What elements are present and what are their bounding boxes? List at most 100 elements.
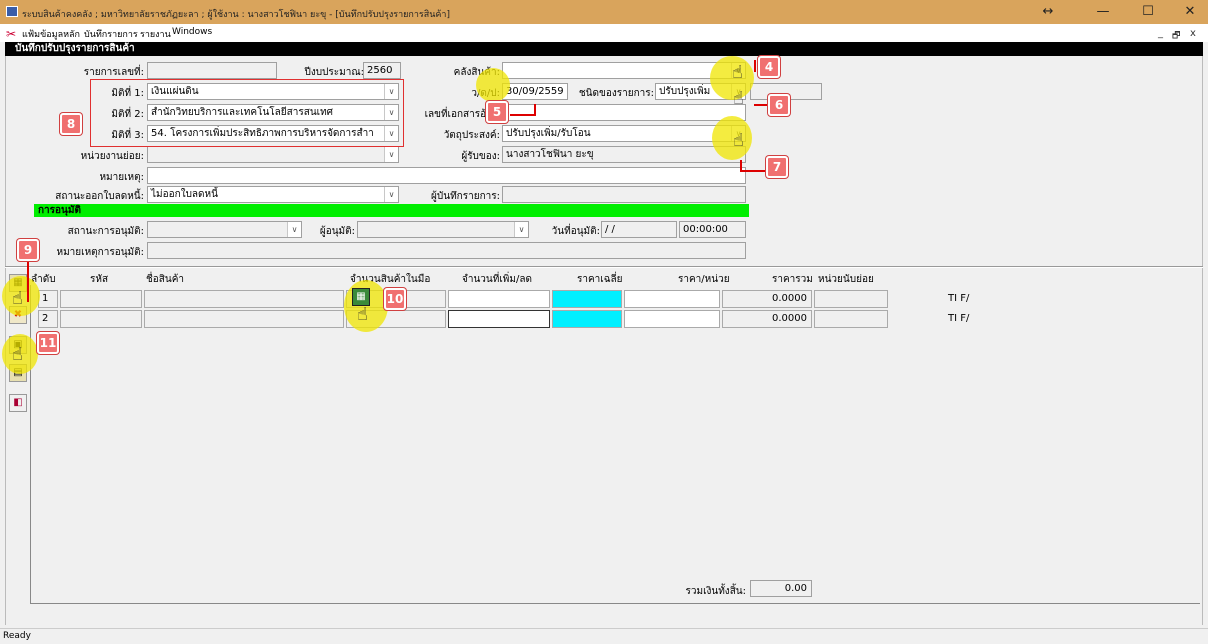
row1-unit-price-input[interactable]: [624, 290, 720, 308]
highlight-date-field: [476, 68, 510, 102]
grid-header-adjust: จำนวนที่เพิ่ม/ลด: [462, 274, 532, 285]
grid-header-code: รหัส: [90, 274, 109, 285]
hand-cursor-icon: ☝: [733, 88, 744, 109]
chevron-down-icon[interactable]: ∨: [287, 222, 301, 237]
callout-7: 7: [766, 156, 788, 178]
row2-adjust-input[interactable]: [448, 310, 550, 328]
approver-combo[interactable]: ∨: [357, 221, 529, 238]
debit-combo[interactable]: ไม่ออกใบลดหนี้ ∨: [147, 186, 399, 203]
grand-total-field: 0.00: [750, 580, 812, 597]
menu-bar: แฟ้มข้อมูลหลัก บันทึกรายการ รายงาน Windo…: [0, 24, 1208, 42]
owner-field[interactable]: นางสาวโชฟินา ยะขุ: [502, 146, 746, 163]
approval-time-field[interactable]: 00:00:00: [679, 221, 746, 238]
callout-6: 6: [768, 94, 790, 116]
subunit-label: หน่วยงานย่อย:: [80, 151, 144, 162]
owner-label: ผู้รับของ:: [461, 151, 500, 162]
chevron-down-icon[interactable]: ∨: [384, 187, 398, 202]
row1-no: 1: [38, 290, 58, 308]
row1-code[interactable]: [60, 290, 142, 308]
recorder-label: ผู้บันทึกรายการ:: [431, 191, 500, 202]
fiscal-year-label: ปีงบประมาณ:: [304, 67, 364, 78]
hand-cursor-icon: ☝: [357, 304, 368, 325]
callout-10: 10: [384, 288, 406, 310]
minimize-button[interactable]: —: [1085, 2, 1121, 22]
approval-section-header: การอนุมัติ: [34, 204, 749, 217]
row2-avg-price: [552, 310, 622, 328]
hand-cursor-icon: ☝: [12, 288, 23, 309]
type-value: ปรับปรุงเพิ่ม: [659, 86, 711, 97]
subunit-combo[interactable]: ∨: [147, 146, 399, 163]
row2-tag: TI F/: [948, 313, 970, 324]
recorder-field[interactable]: [502, 186, 746, 203]
tools-icon: ✂: [6, 27, 17, 41]
menu-windows[interactable]: Windows: [172, 27, 212, 37]
date-field[interactable]: 30/09/2559: [502, 83, 568, 100]
row2-code[interactable]: [60, 310, 142, 328]
form-header: บันทึกปรับปรุงรายการสินค้า: [5, 42, 1203, 56]
grid-bottom-border: [30, 603, 1200, 604]
hand-cursor-icon: ☝: [12, 344, 23, 365]
approval-note-field[interactable]: [147, 242, 746, 259]
highlight-purpose-dropdown: [712, 116, 752, 160]
grid-header-total: ราคารวม: [772, 274, 813, 285]
approval-status-label: สถานะการอนุมัติ:: [67, 226, 144, 237]
row1-avg-price: [552, 290, 622, 308]
chevron-down-icon[interactable]: ∨: [384, 147, 398, 162]
connector-line: [740, 170, 766, 172]
callout-4: 4: [758, 56, 780, 78]
app-icon: [6, 6, 18, 17]
approval-status-combo[interactable]: ∨: [147, 221, 302, 238]
row1-tag: TI F/: [948, 293, 970, 304]
purpose-combo[interactable]: ปรับปรุงเพิ่ม/รับโอน∨: [502, 125, 746, 142]
status-bar: Ready: [0, 628, 1208, 644]
note-field[interactable]: [147, 167, 746, 184]
approval-date-label: วันที่อนุมัติ:: [551, 226, 600, 237]
mdi-close-button[interactable]: x: [1190, 28, 1196, 39]
row1-name[interactable]: [144, 290, 344, 308]
callout-11: 11: [37, 332, 59, 354]
refdoc-field[interactable]: [502, 104, 746, 121]
menu-master-files[interactable]: แฟ้มข้อมูลหลัก: [22, 27, 80, 41]
row1-adjust-input[interactable]: [448, 290, 550, 308]
note-label: หมายเหตุ:: [99, 172, 144, 183]
row2-subunit[interactable]: [814, 310, 888, 328]
row2-total: 0.0000: [722, 310, 812, 328]
window-title: ระบบสินค้าคงคลัง ; มหาวิทยาลัยราชภัฏยะลา…: [22, 10, 450, 20]
maximize-button[interactable]: ☐: [1130, 2, 1166, 22]
grid-header-unit-price: ราคา/หน่วย: [678, 274, 730, 285]
fiscal-year-field[interactable]: 2560: [363, 62, 401, 79]
mdi-minimize-button[interactable]: _: [1158, 28, 1163, 39]
refdoc-label: เลขที่เอกสารอ้าง:: [424, 109, 500, 120]
exit-icon[interactable]: ◧: [9, 394, 27, 412]
grid-header-avg-price: ราคาเฉลี่ย: [577, 274, 623, 285]
approver-label: ผู้อนุมัติ:: [319, 226, 355, 237]
grid-left-border: [30, 285, 31, 603]
resize-icon[interactable]: ↔: [1030, 2, 1066, 22]
title-bar: ระบบสินค้าคงคลัง ; มหาวิทยาลัยราชภัฏยะลา…: [0, 0, 1208, 24]
chevron-down-icon[interactable]: ∨: [514, 222, 528, 237]
connector-line: [534, 104, 536, 116]
row1-subunit[interactable]: [814, 290, 888, 308]
grid-header-subunit: หน่วยนับย่อย: [818, 274, 874, 285]
hand-cursor-icon: ☝: [732, 62, 743, 83]
callout-8: 8: [60, 113, 82, 135]
approval-date-field[interactable]: / /: [601, 221, 677, 238]
grid-header-name: ชื่อสินค้า: [146, 274, 185, 285]
debit-label: สถานะออกใบลดหนี้:: [55, 191, 144, 202]
row2-no: 2: [38, 310, 58, 328]
row1-total: 0.0000: [722, 290, 812, 308]
close-button[interactable]: ✕: [1172, 2, 1208, 22]
menu-transactions[interactable]: บันทึกรายการ: [84, 27, 138, 41]
menu-reports[interactable]: รายงาน: [140, 27, 171, 41]
record-no-field[interactable]: [147, 62, 277, 79]
callout-9: 9: [17, 239, 39, 261]
callout-5: 5: [486, 101, 508, 123]
hand-cursor-icon: ☝: [733, 130, 744, 151]
dimension-highlight-box: [90, 79, 404, 147]
purpose-label: วัตถุประสงค์:: [443, 130, 500, 141]
row2-unit-price-input[interactable]: [624, 310, 720, 328]
type-label: ชนิดของรายการ:: [578, 88, 654, 99]
connector-line: [510, 114, 536, 116]
purpose-value: ปรับปรุงเพิ่ม/รับโอน: [506, 128, 591, 139]
row2-name[interactable]: [144, 310, 344, 328]
